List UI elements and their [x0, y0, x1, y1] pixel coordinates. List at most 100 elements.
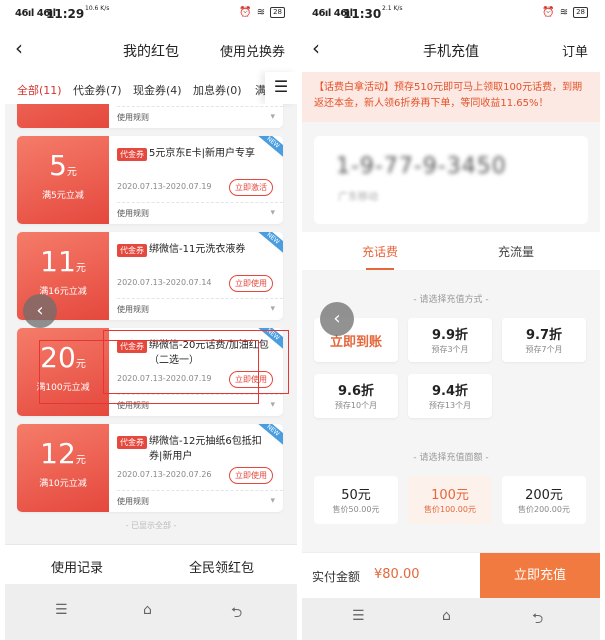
coupon-type-tag: 代金券 — [117, 244, 147, 257]
method-option[interactable]: 9.4折 预存13个月 — [408, 374, 492, 418]
coupon-type-tag: 代金券 — [117, 340, 147, 353]
system-nav-bar: ☰ ⌂ ⮌ — [5, 584, 297, 640]
method-label: 立即到账 — [329, 335, 382, 350]
clock: 11:29 — [46, 7, 85, 21]
battery-icon: 28 — [573, 7, 588, 18]
amount-option-selected[interactable]: 100元 售价100.00元 — [408, 476, 492, 524]
coupon-name: 绑微信-11元洗衣液券 — [149, 244, 246, 255]
usage-rules[interactable]: 使用规则 — [117, 106, 283, 128]
amount-price: 售价50.00元 — [332, 505, 380, 514]
method-option[interactable]: 9.7折 预存7个月 — [502, 318, 586, 362]
coupon-condition: 满5元立减 — [42, 191, 84, 201]
coupon-date: 2020.07.13-2020.07.26 — [117, 470, 212, 479]
method-sub: 预存7个月 — [525, 345, 563, 354]
activate-button[interactable]: 立即激活 — [229, 179, 273, 196]
back-nav-icon[interactable]: ⮌ — [231, 602, 242, 626]
coupon-name: 5元京东E卡|新用户专享 — [149, 148, 256, 159]
status-icons: ⏰ ≋ 28 — [239, 7, 285, 18]
usage-rules[interactable]: 使用规则 — [117, 394, 283, 416]
method-option[interactable]: 9.9折 预存3个月 — [408, 318, 492, 362]
method-label: 9.7折 — [525, 328, 563, 343]
coupon-card: 5元 满5元立减 代金券 5元京东E卡|新用户专享 2020.07.13-202… — [17, 136, 283, 224]
coupon-amount: 12 — [40, 437, 76, 470]
amount-label: 200元 — [525, 488, 563, 503]
tab-voucher[interactable]: 代金券(7) — [73, 82, 122, 98]
left-phone-screen: 46ıl 46ıl 11:29 10.6 K/s ⏰ ≋ 28 ‹ 我的红包 使… — [5, 0, 297, 640]
use-now-button[interactable]: 立即使用 — [229, 275, 273, 292]
tab-interest[interactable]: 加息券(0) — [193, 82, 242, 98]
menu-icon[interactable]: ☰ — [265, 72, 297, 104]
amount-price: 售价200.00元 — [518, 505, 570, 514]
coupon-condition: 满16元立减 — [39, 287, 87, 297]
coupon-type-tag: 代金券 — [117, 148, 147, 161]
recent-apps-icon[interactable]: ☰ — [352, 608, 365, 624]
coupon-unit: 元 — [66, 167, 77, 178]
tab-cash[interactable]: 现金券(4) — [133, 82, 182, 98]
use-now-button[interactable]: 立即使用 — [229, 371, 273, 388]
usage-record-button[interactable]: 使用记录 — [51, 557, 103, 576]
recharge-now-button[interactable]: 立即充值 — [480, 553, 600, 599]
status-icons: ⏰ ≋ 28 — [542, 7, 588, 18]
home-icon[interactable]: ⌂ — [143, 602, 152, 618]
float-back-button[interactable]: ‹ — [23, 294, 57, 328]
carrier-label: 广东移动 — [338, 192, 378, 203]
amount-option[interactable]: 200元 售价200.00元 — [502, 476, 586, 524]
coupon-card: 20元 满100元立减 代金券 绑微信-20元话费/加油红包（二选一） 2020… — [17, 328, 283, 416]
method-option[interactable]: 9.6折 预存10个月 — [314, 374, 398, 418]
system-nav-bar: ☰ ⌂ ⮌ — [302, 598, 600, 640]
amount-label: 50元 — [341, 488, 371, 503]
status-bar: 46ıl 46ıl 11:30 2.1 K/s ⏰ ≋ 28 — [302, 0, 600, 26]
coupon-date: 2020.07.13-2020.07.19 — [117, 374, 212, 383]
home-icon[interactable]: ⌂ — [442, 608, 451, 624]
nav-bar: ‹ 我的红包 使用兑换券 — [5, 26, 297, 72]
coupon-unit: 元 — [75, 263, 86, 274]
recent-apps-icon[interactable]: ☰ — [55, 602, 68, 618]
coupon-condition: 满100元立减 — [36, 383, 90, 393]
coupon-card: 使用规则 — [17, 104, 283, 128]
orders-link[interactable]: 订单 — [562, 41, 588, 60]
coupon-face: 20元 满100元立减 — [17, 328, 109, 416]
coupon-unit: 元 — [75, 455, 86, 466]
coupon-face: 12元 满10元立减 — [17, 424, 109, 512]
method-sub: 预存3个月 — [431, 345, 469, 354]
coupon-amount: 5 — [49, 149, 67, 182]
coupon-condition: 满10元立减 — [39, 479, 87, 489]
page-title: 手机充值 — [423, 44, 479, 60]
coupon-name: 绑微信-20元话费/加油红包（二选一） — [149, 340, 269, 366]
phone-number-card[interactable]: 1-9-77-9-3450 广东移动 — [314, 136, 588, 224]
right-phone-screen: 46ıl 46ıl 11:30 2.1 K/s ⏰ ≋ 28 ‹ 手机充值 订单… — [302, 0, 600, 640]
coupon-card: 11元 满16元立减 代金券 绑微信-11元洗衣液券 2020.07.13-20… — [17, 232, 283, 320]
usage-rules[interactable]: 使用规则 — [117, 490, 283, 512]
pay-amount-label: 实付金额 — [312, 570, 361, 584]
coupon-amount: 20 — [40, 341, 76, 374]
clock: 11:30 — [343, 7, 382, 21]
tab-data-plan[interactable]: 充流量 — [498, 243, 534, 260]
alarm-icon: ⏰ — [239, 7, 252, 18]
usage-rules[interactable]: 使用规则 — [117, 298, 283, 320]
amount-option[interactable]: 50元 售价50.00元 — [314, 476, 398, 524]
method-sub: 预存10个月 — [334, 401, 378, 410]
float-back-button[interactable]: ‹ — [320, 302, 354, 336]
coupon-date: 2020.07.13-2020.07.19 — [117, 182, 212, 191]
network-speed: 10.6 K/s — [85, 5, 110, 12]
share-redpacket-button[interactable]: 全民领红包 — [189, 557, 254, 576]
coupon-date: 2020.07.13-2020.07.14 — [117, 278, 212, 287]
use-now-button[interactable]: 立即使用 — [229, 467, 273, 484]
network-speed: 2.1 K/s — [382, 5, 403, 12]
amount-price: 售价100.00元 — [424, 505, 476, 514]
promo-banner[interactable]: 【话费白拿活动】预存510元即可马上领取100元话费，到期返还本金，新人领6折券… — [302, 72, 600, 122]
all-shown-text: - 已显示全部 - — [125, 521, 177, 530]
battery-icon: 28 — [270, 7, 285, 18]
pay-amount-value: ¥80.00 — [374, 567, 420, 582]
amount-section-title: - 请选择充值面额 - — [413, 453, 489, 463]
tab-phone-credit[interactable]: 充话费 — [362, 243, 398, 270]
amount-label: 100元 — [431, 488, 469, 503]
back-nav-icon[interactable]: ⮌ — [532, 608, 543, 632]
usage-rules[interactable]: 使用规则 — [117, 202, 283, 224]
exchange-coupon-link[interactable]: 使用兑换券 — [220, 41, 285, 60]
method-section-title: - 请选择充值方式 - — [413, 295, 489, 305]
coupon-amount: 11 — [40, 245, 76, 278]
tab-all[interactable]: 全部(11) — [17, 82, 62, 106]
coupon-type-tag: 代金券 — [117, 436, 147, 449]
left-footer: 使用记录 全民领红包 — [5, 544, 297, 584]
